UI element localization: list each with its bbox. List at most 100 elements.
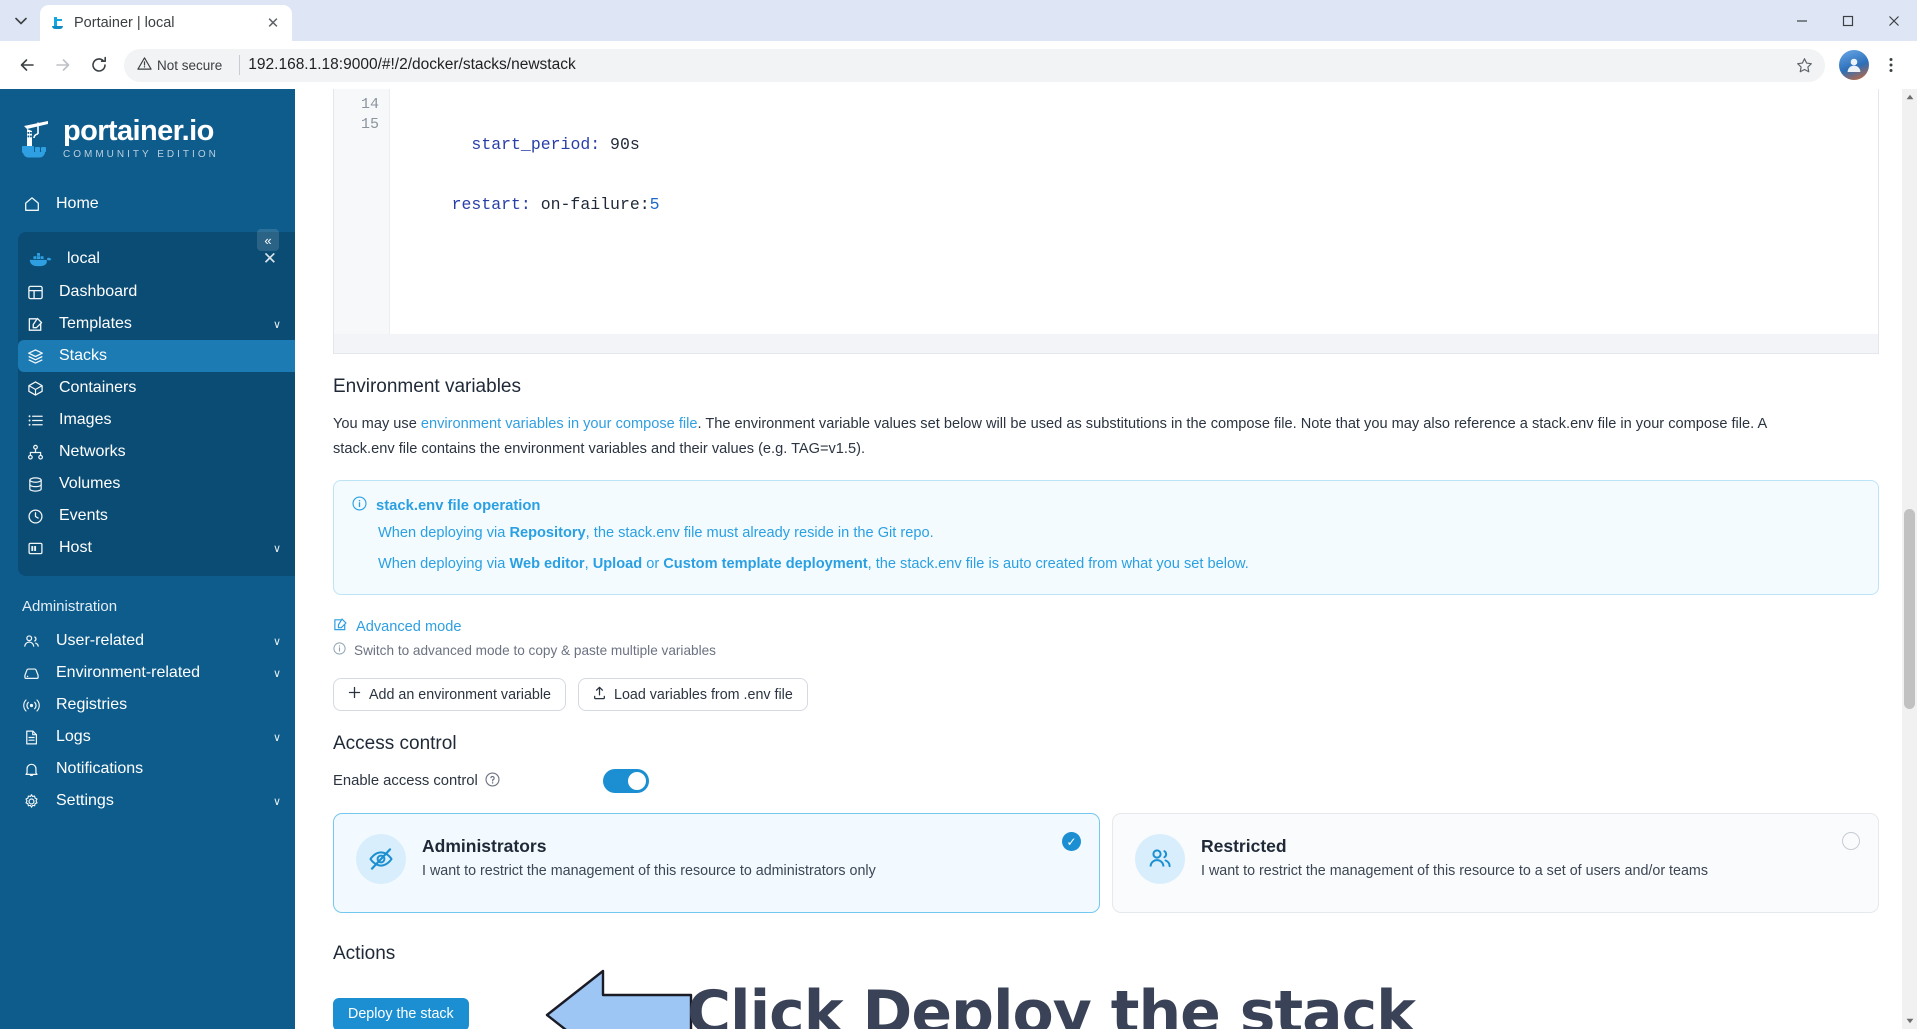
sidebar-item-stacks[interactable]: Stacks (18, 340, 295, 372)
access-card-radio-unselected[interactable] (1842, 832, 1860, 851)
sidebar-item-label: Templates (59, 315, 132, 332)
brand-edition: COMMUNITY EDITION (63, 149, 219, 160)
code-editor-area[interactable]: 14 15 start_period: 90s restart: on-fail… (333, 89, 1879, 334)
environment-header[interactable]: local ✕ (18, 242, 295, 276)
sidebar-item-volumes[interactable]: Volumes (18, 468, 295, 500)
bell-icon (22, 760, 41, 779)
chevron-down-icon: ∨ (272, 731, 281, 744)
sidebar-item-templates[interactable]: Templates ∨ (18, 308, 295, 340)
scroll-up-arrow-icon[interactable] (1902, 89, 1917, 105)
site-security-indicator[interactable]: Not secure (132, 53, 231, 77)
host-icon (26, 539, 45, 558)
sidebar-item-containers[interactable]: Containers (18, 372, 295, 404)
volumes-icon (26, 475, 45, 494)
page-body: portainer.io COMMUNITY EDITION « Home lo… (0, 89, 1917, 1029)
access-card-title: Administrators (422, 836, 547, 857)
env-vars-doc-link[interactable]: environment variables in your compose fi… (421, 416, 698, 432)
main-scrollbar[interactable] (1902, 89, 1917, 1029)
sidebar-item-dashboard[interactable]: Dashboard (18, 276, 295, 308)
window-maximize-button[interactable] (1825, 0, 1871, 41)
load-env-file-button[interactable]: Load variables from .env file (578, 678, 808, 712)
advanced-mode-hint-label: Switch to advanced mode to copy & paste … (354, 642, 716, 658)
tab-close-icon[interactable]: ✕ (263, 13, 283, 33)
sidebar-collapse-button[interactable]: « (257, 229, 279, 251)
code-lines[interactable]: start_period: 90s restart: on-failure:5 (390, 89, 1878, 334)
annotation-text: Click Deploy the stack (687, 978, 1416, 1029)
networks-icon (26, 443, 45, 462)
stacks-icon (26, 347, 45, 366)
home-icon (22, 195, 41, 214)
upload-icon (593, 686, 606, 704)
sidebar-item-logs[interactable]: Logs ∨ (0, 721, 295, 753)
sidebar-item-networks[interactable]: Networks (18, 436, 295, 468)
infobox-line-1: When deploying via Repository, the stack… (378, 525, 934, 542)
forward-icon[interactable] (46, 48, 80, 82)
editor-footer (333, 334, 1879, 354)
sidebar-item-images[interactable]: Images (18, 404, 295, 436)
env-var-buttons: Add an environment variable Load variabl… (333, 678, 1879, 712)
scrollbar-thumb[interactable] (1904, 509, 1915, 709)
sidebar-item-settings[interactable]: Settings ∨ (0, 785, 295, 817)
code-line: start_period: 90s (412, 135, 1878, 155)
chevron-down-icon: ∨ (272, 667, 281, 680)
sidebar-item-label: Notifications (56, 760, 144, 777)
url-text[interactable]: 192.168.1.18:9000/#!/2/docker/stacks/new… (248, 56, 1781, 74)
line-number: 15 (360, 116, 379, 133)
line-number-gutter: 14 15 (334, 89, 390, 334)
access-card-selected-check-icon[interactable]: ✓ (1062, 832, 1081, 852)
access-card-body: Administrators I want to restrict the ma… (422, 834, 876, 879)
tab-search-chevron-down-icon[interactable] (4, 4, 38, 38)
access-card-administrators[interactable]: Administrators I want to restrict the ma… (333, 813, 1100, 914)
sidebar-item-user-related[interactable]: User-related ∨ (0, 625, 295, 657)
sidebar-item-host[interactable]: Host ∨ (18, 532, 295, 564)
info-circle-icon (352, 496, 367, 515)
pencil-square-icon (333, 617, 348, 636)
users-pair-icon (1135, 834, 1185, 885)
registries-icon (22, 696, 41, 715)
sidebar-item-label: Host (59, 539, 92, 556)
browser-tab[interactable]: Portainer | local ✕ (40, 5, 292, 41)
access-card-restricted[interactable]: Restricted I want to restrict the manage… (1112, 813, 1879, 914)
enable-access-control-label-group: Enable access control (333, 772, 603, 791)
infobox-line-2: When deploying via Web editor, Upload or… (378, 556, 1249, 573)
window-close-button[interactable] (1871, 0, 1917, 41)
security-label: Not secure (157, 57, 223, 73)
address-bar[interactable]: Not secure 192.168.1.18:9000/#!/2/docker… (124, 48, 1825, 82)
reload-icon[interactable] (82, 48, 116, 82)
access-control-cards: Administrators I want to restrict the ma… (333, 813, 1879, 914)
events-clock-icon (26, 507, 45, 526)
sidebar-item-notifications[interactable]: Notifications (0, 753, 295, 785)
back-icon[interactable] (10, 48, 44, 82)
templates-icon (26, 315, 45, 334)
question-circle-icon[interactable] (485, 772, 500, 791)
scroll-down-arrow-icon[interactable] (1902, 1013, 1917, 1029)
plus-icon (348, 686, 361, 703)
sidebar-item-label: Dashboard (59, 283, 138, 300)
eye-slash-icon (356, 834, 406, 885)
sidebar-item-registries[interactable]: Registries (0, 689, 295, 721)
window-minimize-button[interactable] (1779, 0, 1825, 41)
access-card-description: I want to restrict the management of thi… (422, 863, 876, 880)
brand-header: portainer.io COMMUNITY EDITION (0, 99, 295, 170)
main-content: 14 15 start_period: 90s restart: on-fail… (295, 89, 1917, 1029)
sidebar-item-environment-related[interactable]: Environment-related ∨ (0, 657, 295, 689)
close-icon[interactable]: ✕ (263, 249, 281, 269)
admin-list: User-related ∨ Environment-related ∨ Reg… (0, 625, 295, 817)
stack-env-infobox: stack.env file operation When deploying … (333, 480, 1879, 596)
add-environment-variable-button[interactable]: Add an environment variable (333, 678, 566, 712)
bookmark-star-icon[interactable] (1789, 50, 1819, 80)
tab-strip: Portainer | local ✕ (0, 0, 1917, 41)
sidebar: portainer.io COMMUNITY EDITION « Home lo… (0, 89, 295, 1029)
kebab-menu-icon[interactable] (1875, 49, 1907, 81)
sidebar-item-label: User-related (56, 632, 145, 649)
docker-whale-icon (26, 249, 54, 269)
sidebar-item-home[interactable]: Home (0, 188, 295, 220)
advanced-mode-toggle[interactable]: Advanced mode (333, 617, 1879, 636)
profile-avatar[interactable] (1839, 50, 1869, 80)
actions-row: Deploy the stack Click Deploy the stack (333, 970, 1879, 1029)
form-content: Environment variables You may use enviro… (295, 376, 1917, 1029)
sidebar-item-events[interactable]: Events (18, 500, 295, 532)
deploy-the-stack-button[interactable]: Deploy the stack (333, 997, 469, 1029)
warning-triangle-icon (137, 56, 152, 74)
enable-access-control-toggle[interactable] (603, 769, 649, 794)
